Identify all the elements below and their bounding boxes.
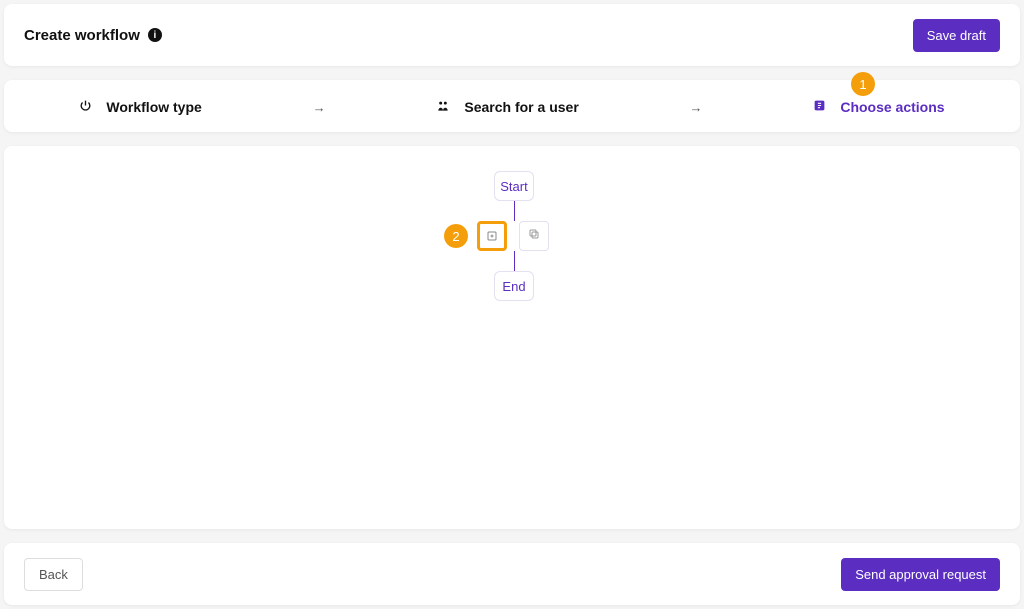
workflow-area: 2 Start End bbox=[4, 166, 1020, 529]
step-type-label: Workflow type bbox=[106, 99, 201, 115]
step-search-user[interactable]: Search for a user bbox=[436, 99, 578, 116]
power-icon bbox=[79, 99, 92, 115]
send-approval-request-button[interactable]: Send approval request bbox=[841, 558, 1000, 591]
workflow-canvas: 2 Start End bbox=[4, 146, 1020, 529]
info-icon[interactable]: i bbox=[148, 28, 162, 42]
duplicate-action-button[interactable] bbox=[519, 221, 549, 251]
arrow-right-icon: → bbox=[690, 100, 703, 115]
step-workflow-type[interactable]: Workflow type bbox=[79, 99, 201, 115]
callout-badge-1: 1 bbox=[851, 72, 875, 96]
copy-icon bbox=[528, 227, 540, 245]
header-bar: Create workflow i Save draft bbox=[4, 4, 1020, 66]
add-action-button[interactable] bbox=[477, 221, 507, 251]
workflow-connector-line bbox=[514, 201, 515, 221]
save-draft-button[interactable]: Save draft bbox=[913, 19, 1000, 52]
step-choose-actions[interactable]: Choose actions bbox=[813, 99, 944, 115]
actions-icon bbox=[813, 99, 826, 115]
header-left: Create workflow i bbox=[24, 27, 162, 44]
callout-badge-2: 2 bbox=[444, 224, 468, 248]
workflow-start-node[interactable]: Start bbox=[494, 171, 534, 201]
step-actions-label: Choose actions bbox=[840, 99, 944, 115]
back-button[interactable]: Back bbox=[24, 558, 83, 591]
workflow-end-node[interactable]: End bbox=[494, 271, 534, 301]
arrow-right-icon: → bbox=[313, 100, 326, 115]
footer-bar: Back Send approval request bbox=[4, 543, 1020, 605]
steps-bar: 1 Workflow type → Search for a user → Ch… bbox=[4, 80, 1020, 132]
users-icon bbox=[436, 99, 450, 116]
plus-icon bbox=[486, 230, 498, 242]
page-title: Create workflow bbox=[24, 27, 140, 44]
step-search-label: Search for a user bbox=[464, 99, 578, 115]
workflow-connector-line bbox=[514, 251, 515, 271]
